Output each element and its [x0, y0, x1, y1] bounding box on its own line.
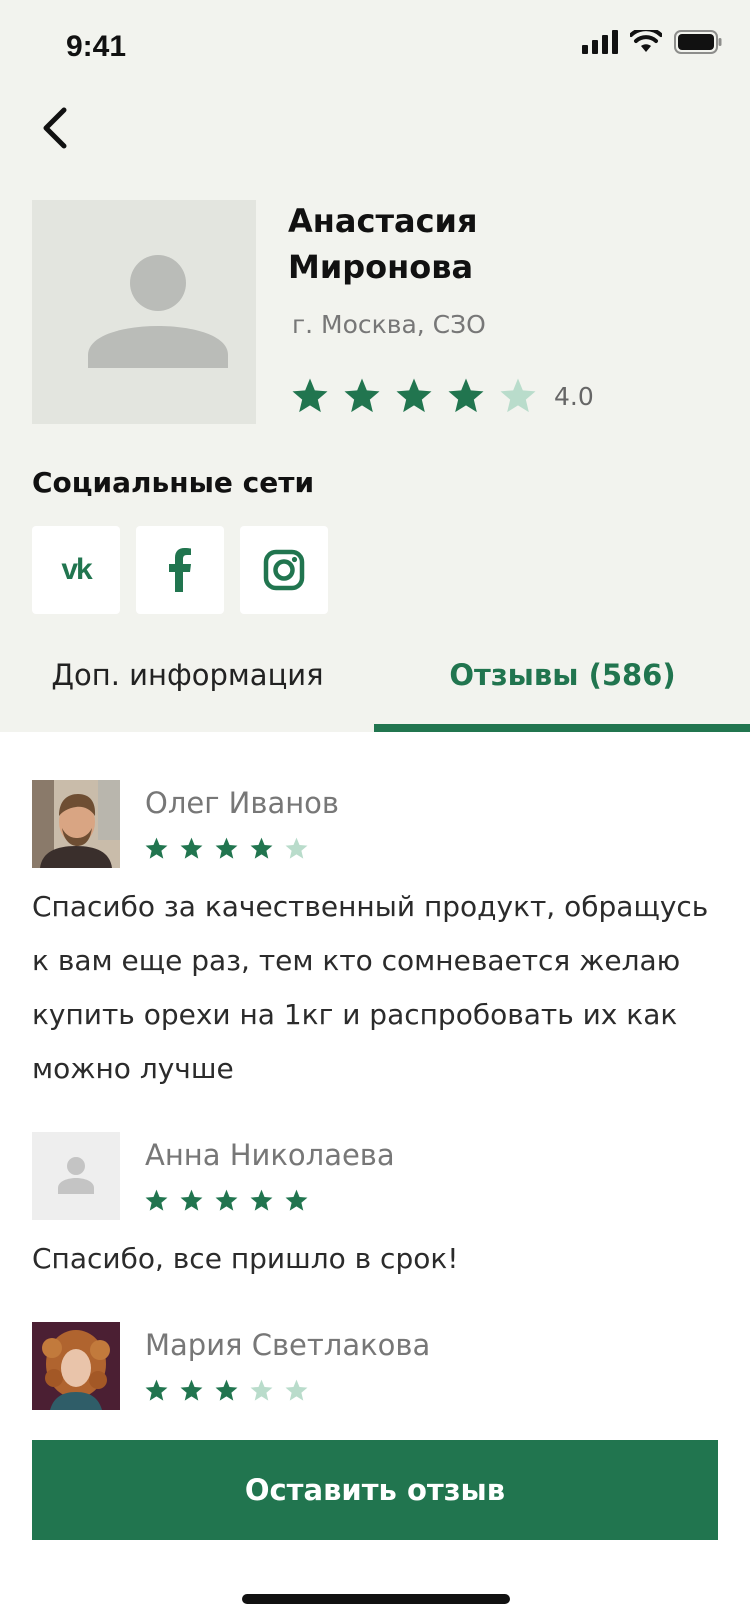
- tab-reviews[interactable]: Отзывы (586): [375, 636, 750, 732]
- star-filled-icon: [215, 1379, 238, 1401]
- user-placeholder-icon: [88, 255, 228, 368]
- instagram-button[interactable]: [240, 526, 328, 614]
- status-icons: [582, 30, 722, 54]
- star-filled-icon: [180, 837, 203, 859]
- profile-stars: [290, 376, 550, 416]
- profile-first-name: Анастасия: [288, 202, 478, 240]
- profile-city: г. Москва, СЗО: [292, 310, 486, 339]
- review-item: Мария Светлакова: [32, 1322, 722, 1412]
- status-time: 9:41: [66, 30, 127, 63]
- leave-review-button[interactable]: Оставить отзыв: [32, 1440, 718, 1540]
- rating-value: 4.0: [554, 381, 594, 411]
- review-text: Спасибо, все пришло в срок!: [32, 1242, 459, 1275]
- battery-icon: [674, 30, 722, 54]
- profile-last-name: Миронова: [288, 248, 474, 286]
- review-stars: [144, 836, 309, 861]
- active-tab-indicator: [374, 724, 750, 732]
- review-avatar: [32, 780, 120, 868]
- star-filled-icon: [250, 1189, 273, 1211]
- star-filled-icon: [396, 378, 432, 413]
- star-filled-icon: [180, 1379, 203, 1401]
- vk-icon: vk: [61, 553, 92, 586]
- review-stars: [144, 1188, 309, 1213]
- profile-tabs: Доп. информация Отзывы (586): [0, 636, 750, 732]
- chevron-left-icon: [43, 107, 67, 149]
- star-empty-icon: [250, 1379, 273, 1401]
- star-filled-icon: [285, 1189, 308, 1211]
- user-placeholder-icon: [32, 1132, 120, 1220]
- tab-additional-info-label: Доп. информация: [51, 658, 324, 692]
- review-author: Олег Иванов: [145, 786, 340, 820]
- star-filled-icon: [215, 837, 238, 859]
- review-stars: [144, 1378, 309, 1403]
- star-filled-icon: [250, 837, 273, 859]
- star-empty-icon: [285, 1379, 308, 1401]
- review-text: Спасибо за качественный продукт, обращус…: [32, 890, 709, 1085]
- home-indicator: [242, 1594, 510, 1604]
- avatar-photo-icon: [32, 1322, 120, 1410]
- social-links: vk: [32, 526, 328, 614]
- wifi-icon: [630, 30, 662, 52]
- review-author: Мария Светлакова: [145, 1328, 431, 1362]
- back-button[interactable]: [32, 100, 88, 156]
- signal-icon: [582, 30, 618, 54]
- review-avatar: [32, 1322, 120, 1410]
- avatar-photo-icon: [32, 780, 120, 868]
- instagram-icon: [263, 549, 305, 591]
- review-author: Анна Николаева: [145, 1138, 395, 1172]
- facebook-icon: [169, 548, 191, 592]
- star-empty-icon: [285, 837, 308, 859]
- star-filled-icon: [145, 837, 168, 859]
- star-filled-icon: [145, 1189, 168, 1211]
- star-empty-icon: [500, 378, 536, 413]
- status-bar: 9:41: [0, 0, 750, 96]
- facebook-button[interactable]: [136, 526, 224, 614]
- tab-additional-info[interactable]: Доп. информация: [0, 636, 375, 732]
- star-filled-icon: [448, 378, 484, 413]
- star-filled-icon: [292, 378, 328, 413]
- review-avatar: [32, 1132, 120, 1220]
- social-title: Социальные сети: [32, 466, 315, 499]
- profile-rating: 4.0: [290, 376, 594, 416]
- tab-reviews-label: Отзывы (586): [449, 658, 676, 692]
- star-filled-icon: [215, 1189, 238, 1211]
- vk-button[interactable]: vk: [32, 526, 120, 614]
- profile-avatar: [32, 200, 256, 424]
- star-filled-icon: [344, 378, 380, 413]
- star-filled-icon: [180, 1189, 203, 1211]
- profile-name: Анастасия Миронова: [288, 198, 708, 290]
- star-filled-icon: [145, 1379, 168, 1401]
